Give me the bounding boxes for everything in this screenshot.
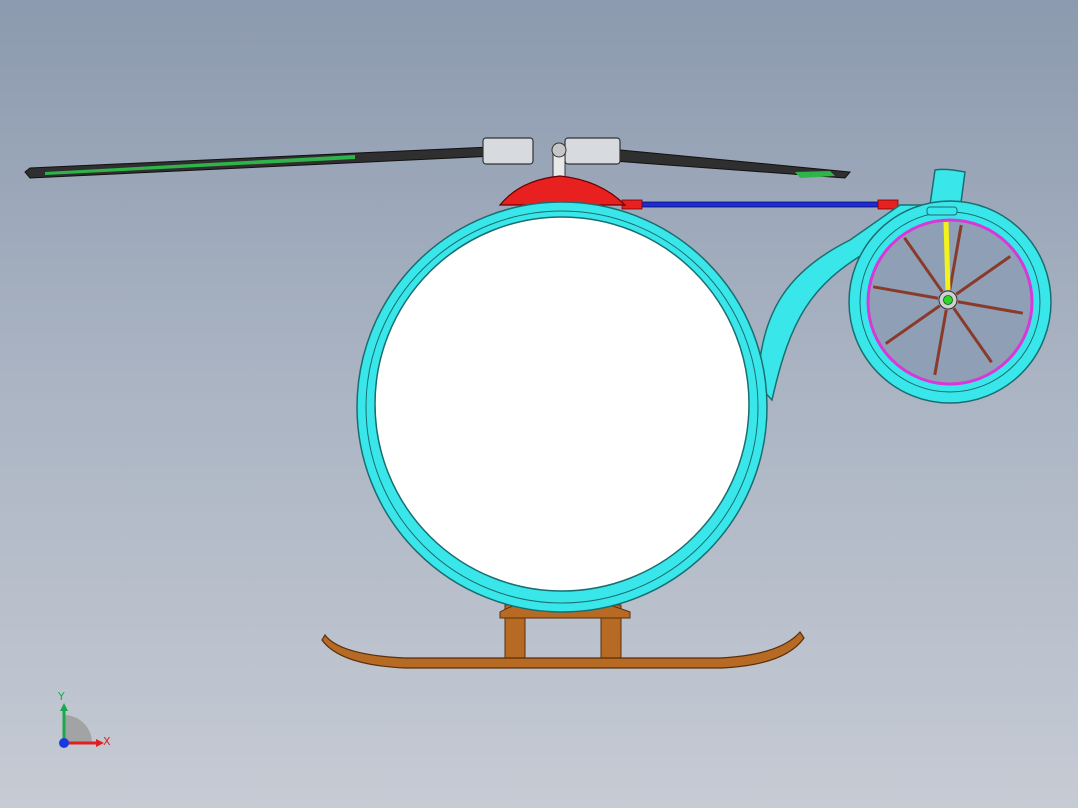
tail-fan-spoke-highlight <box>943 221 951 291</box>
tail-fan-hub-center <box>943 295 953 305</box>
skid-rail <box>321 631 805 669</box>
axis-triad: Y X <box>57 690 111 748</box>
triad-z-fan <box>64 715 92 743</box>
cad-viewport[interactable]: Y X <box>0 0 1078 808</box>
rotor-grip-left <box>482 137 534 165</box>
rotor-dome <box>498 175 627 206</box>
rotor-grip-right <box>564 137 621 165</box>
tail-boom-rod <box>639 201 881 208</box>
triad-y-label: Y <box>57 690 65 703</box>
tail-boom <box>621 199 899 210</box>
rotor-hub-center <box>551 142 567 158</box>
triad-y-arrow <box>60 703 68 711</box>
tail-fan <box>848 200 1052 404</box>
cabin-window <box>374 216 750 592</box>
tail-fan-latch <box>926 206 958 216</box>
cabin <box>356 201 768 613</box>
triad-z-axis <box>59 738 69 748</box>
triad-x-label: X <box>103 735 111 748</box>
model-view[interactable]: Y X <box>0 0 1078 808</box>
main-rotor <box>24 137 851 179</box>
